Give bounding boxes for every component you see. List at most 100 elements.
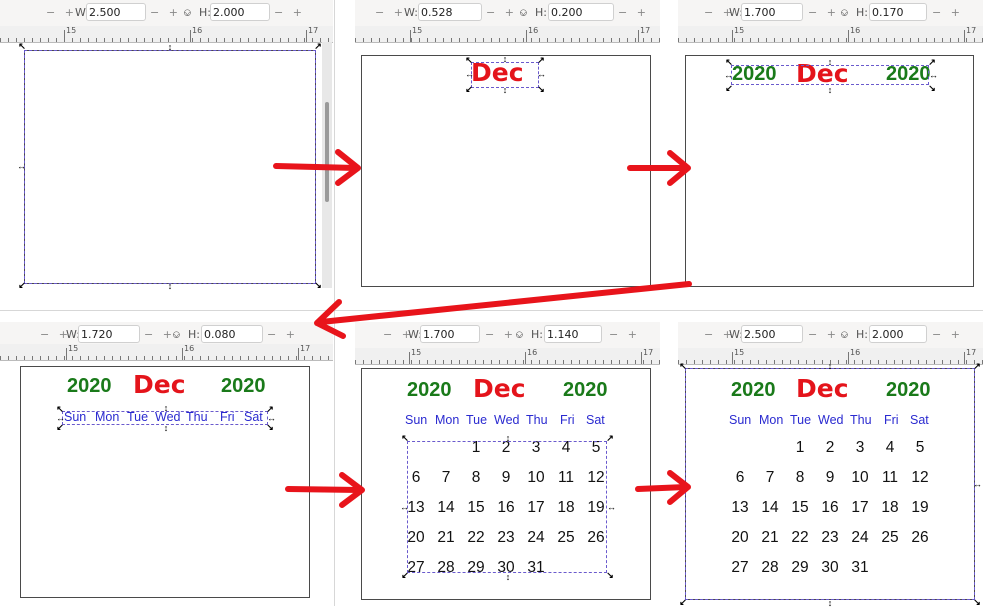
height-field[interactable]: 2.000 — [869, 325, 927, 343]
resize-handle-icon[interactable]: ↖ — [465, 56, 473, 65]
resize-handle-icon[interactable]: ↗ — [266, 405, 274, 414]
horizontal-ruler: 15 16 17 — [0, 344, 333, 361]
resize-handle-icon[interactable]: ↕ — [166, 282, 174, 291]
resize-handle-icon[interactable]: ↘ — [973, 598, 981, 607]
year-right[interactable]: 2020 — [886, 379, 931, 402]
lock-icon[interactable]: ⎉ — [840, 5, 849, 21]
date-cell: 11 — [881, 469, 899, 486]
resize-handle-icon[interactable]: ↕ — [826, 86, 834, 95]
arrow-right-icon — [273, 149, 361, 186]
month-title[interactable]: Dec — [473, 374, 526, 403]
width-field[interactable]: 0.528 — [418, 3, 482, 21]
height-field[interactable]: 0.200 — [548, 3, 614, 21]
resize-handle-icon[interactable]: ↕ — [504, 573, 512, 582]
stepper-buttons[interactable]: − + — [932, 5, 963, 21]
resize-handle-icon[interactable]: ↖ — [401, 434, 409, 443]
year-left[interactable]: 2020 — [731, 379, 776, 402]
resize-handle-icon[interactable]: ↔ — [929, 71, 938, 80]
stepper-buttons[interactable]: − + — [267, 327, 298, 343]
stepper-buttons[interactable]: − + — [46, 5, 77, 21]
resize-handle-icon[interactable]: ↗ — [606, 434, 614, 443]
resize-handle-icon[interactable]: ↔ — [724, 71, 733, 80]
ruler-ticks — [678, 38, 983, 42]
ruler-label: 15 — [66, 26, 77, 35]
resize-handle-icon[interactable]: ↙ — [465, 85, 473, 94]
resize-handle-icon[interactable]: ↗ — [314, 42, 322, 51]
resize-handle-icon[interactable]: ↘ — [537, 85, 545, 94]
canvas-page[interactable] — [20, 366, 310, 598]
resize-handle-icon[interactable]: ↔ — [267, 414, 276, 423]
stepper-buttons[interactable]: − + — [486, 5, 517, 21]
resize-handle-icon[interactable]: ↘ — [266, 423, 274, 432]
ruler-label: 17 — [308, 26, 319, 35]
resize-handle-icon[interactable]: ↖ — [725, 58, 733, 67]
resize-handle-icon[interactable]: ↕ — [501, 86, 509, 95]
resize-handle-icon[interactable]: ↕ — [826, 362, 834, 371]
resize-handle-icon[interactable]: ↔ — [607, 503, 616, 512]
stepper-buttons[interactable]: − + — [150, 5, 181, 21]
resize-handle-icon[interactable]: ↙ — [725, 84, 733, 93]
width-field[interactable]: 1.700 — [741, 3, 803, 21]
year-left[interactable]: 2020 — [67, 375, 112, 398]
resize-handle-icon[interactable]: ↘ — [606, 571, 614, 580]
step-3-panel: − + W: 1.700 − + ⎉ H: 0.170 − + 15 16 17… — [678, 0, 983, 300]
stepper-buttons[interactable]: − + — [932, 327, 963, 343]
month-title[interactable]: Dec — [796, 374, 849, 403]
arrow-left-icon — [314, 281, 692, 339]
resize-handle-icon[interactable]: ↖ — [18, 42, 26, 51]
stepper-buttons[interactable]: − + — [808, 5, 839, 21]
weekday-row: Sun Mon Tue Wed Thu Fri Sat — [405, 413, 619, 429]
resize-handle-icon[interactable]: ↙ — [18, 281, 26, 290]
resize-handle-icon[interactable]: ↕ — [166, 43, 174, 52]
height-field[interactable]: 0.170 — [869, 3, 927, 21]
stepper-buttons[interactable]: − + — [618, 5, 649, 21]
year-right[interactable]: 2020 — [221, 375, 266, 398]
resize-handle-icon[interactable]: ↙ — [401, 571, 409, 580]
height-field[interactable]: 2.000 — [210, 3, 270, 21]
date-cell: 24 — [851, 529, 869, 546]
resize-handle-icon[interactable]: ↗ — [537, 56, 545, 65]
year-right[interactable]: 2020 — [563, 379, 608, 402]
resize-handle-icon[interactable]: ↙ — [679, 598, 687, 607]
lock-icon[interactable]: ⎉ — [519, 5, 528, 21]
resize-handle-icon[interactable]: ↔ — [973, 480, 982, 489]
lock-icon[interactable]: ⎉ — [840, 327, 849, 343]
width-field[interactable]: 1.720 — [78, 325, 140, 343]
month-title[interactable]: Dec — [133, 370, 186, 399]
lock-icon[interactable]: ⎉ — [183, 5, 192, 21]
stepper-buttons[interactable]: − + — [375, 5, 406, 21]
resize-handle-icon[interactable]: ↔ — [537, 70, 546, 79]
resize-handle-icon[interactable]: ↕ — [504, 434, 512, 443]
resize-handle-icon[interactable]: ↕ — [162, 424, 170, 433]
date-cell: 10 — [851, 469, 869, 486]
resize-handle-icon[interactable]: ↙ — [56, 423, 64, 432]
resize-handle-icon[interactable]: ↔ — [465, 70, 474, 79]
resize-handle-icon[interactable]: ↔ — [17, 162, 26, 171]
ruler-major-tick — [732, 30, 733, 42]
resize-handle-icon[interactable]: ↔ — [56, 414, 65, 423]
lock-icon[interactable]: ⎉ — [172, 327, 181, 343]
resize-handle-icon[interactable]: ↗ — [928, 58, 936, 67]
height-field[interactable]: 0.080 — [201, 325, 263, 343]
ruler-label: 17 — [966, 26, 977, 35]
resize-handle-icon[interactable]: ↕ — [826, 58, 834, 67]
stepper-buttons[interactable]: − + — [808, 327, 839, 343]
ruler-major-tick — [64, 30, 65, 42]
resize-handle-icon[interactable]: ↗ — [973, 362, 981, 371]
resize-handle-icon[interactable]: ↘ — [928, 84, 936, 93]
resize-handle-icon[interactable]: ↖ — [56, 405, 64, 414]
width-field[interactable]: 2.500 — [86, 3, 146, 21]
resize-handle-icon[interactable]: ↕ — [162, 404, 170, 413]
stepper-buttons[interactable]: − + — [274, 5, 305, 21]
year-left[interactable]: 2020 — [407, 379, 452, 402]
ruler-major-tick — [964, 30, 965, 42]
weekday-label: Sun — [405, 413, 428, 427]
resize-handle-icon[interactable]: ↖ — [679, 362, 687, 371]
date-grid[interactable]: 1 2 3 4 5 6 7 8 9 10 11 12 13 14 15 16 1… — [727, 439, 937, 579]
width-field[interactable]: 2.500 — [741, 325, 803, 343]
stepper-buttons[interactable]: − + — [144, 327, 175, 343]
date-cell: 1 — [795, 439, 805, 456]
step-2-panel: − + W: 0.528 − + ⎉ H: 0.200 − + 15 16 17… — [355, 0, 660, 300]
resize-handle-icon[interactable]: ↔ — [400, 503, 409, 512]
resize-handle-icon[interactable]: ↕ — [501, 55, 509, 64]
